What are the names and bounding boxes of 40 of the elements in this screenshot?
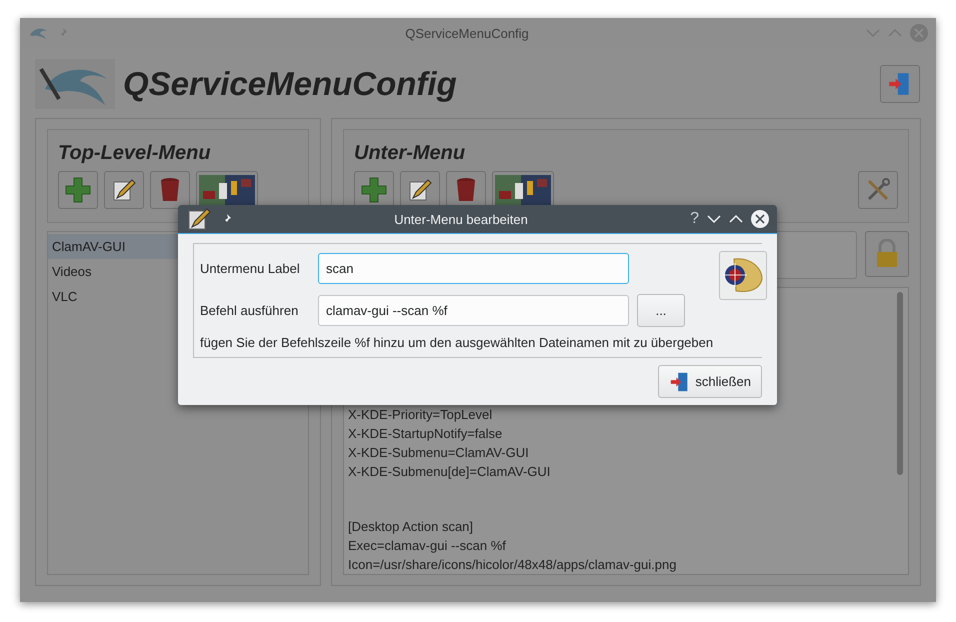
plus-icon xyxy=(360,176,388,204)
lock-icon xyxy=(875,239,899,269)
pencil-icon xyxy=(186,206,212,232)
text-line: [Desktop Action scan] xyxy=(348,518,474,536)
trash-icon xyxy=(159,176,181,204)
add-button[interactable] xyxy=(58,171,98,209)
group-title: Top-Level-Menu xyxy=(58,142,212,165)
logo-icon xyxy=(35,59,115,109)
settings-button[interactable] xyxy=(858,171,898,209)
flags-icon xyxy=(199,175,255,205)
delete-button[interactable] xyxy=(150,171,190,209)
hint-text: fügen Sie der Befehlszeile %f hinzu um den ausgewählten Dateinamen mit zu übergeben xyxy=(200,335,714,350)
pencil-icon xyxy=(407,177,433,203)
field-label: Untermenu Label xyxy=(200,261,301,276)
tools-icon xyxy=(865,177,891,203)
text-line: X-KDE-Submenu[de]=ClamAV-GUI xyxy=(348,463,552,481)
browse-button[interactable]: ... xyxy=(637,294,685,327)
icon-button[interactable] xyxy=(719,251,768,300)
close-button[interactable]: schließen xyxy=(658,365,762,398)
text-line: X-KDE-Priority=TopLevel xyxy=(348,406,494,424)
text-line: Exec=clamav-gui --scan %f xyxy=(348,537,507,555)
text-line: X-KDE-StartupNotify=false xyxy=(348,425,504,443)
group-title: Unter-Menu xyxy=(354,142,466,165)
input-field[interactable]: scan xyxy=(318,253,629,284)
edit-button[interactable] xyxy=(104,171,144,209)
trash-icon xyxy=(455,176,477,204)
input-field[interactable]: clamav-gui --scan %f xyxy=(318,295,629,326)
field-label: Befehl ausführen xyxy=(200,303,300,318)
text-line: Icon=/usr/share/icons/hicolor/48x48/apps/clamav-gui.png xyxy=(348,556,678,574)
text-line: X-KDE-Submenu=ClamAV-GUI xyxy=(348,444,530,462)
help-button[interactable]: ? xyxy=(690,210,699,228)
pencil-icon xyxy=(111,177,137,203)
window-title: QServiceMenuConfig xyxy=(404,26,530,40)
app-icon xyxy=(28,26,48,40)
close-icon[interactable] xyxy=(751,210,769,228)
dialog-title: Unter-Menu bearbeiten xyxy=(393,212,529,226)
scrollbar-thumb[interactable] xyxy=(897,292,903,475)
plus-icon xyxy=(64,176,92,204)
app-title: QServiceMenuConfig xyxy=(123,65,458,103)
flags-icon xyxy=(495,175,551,205)
